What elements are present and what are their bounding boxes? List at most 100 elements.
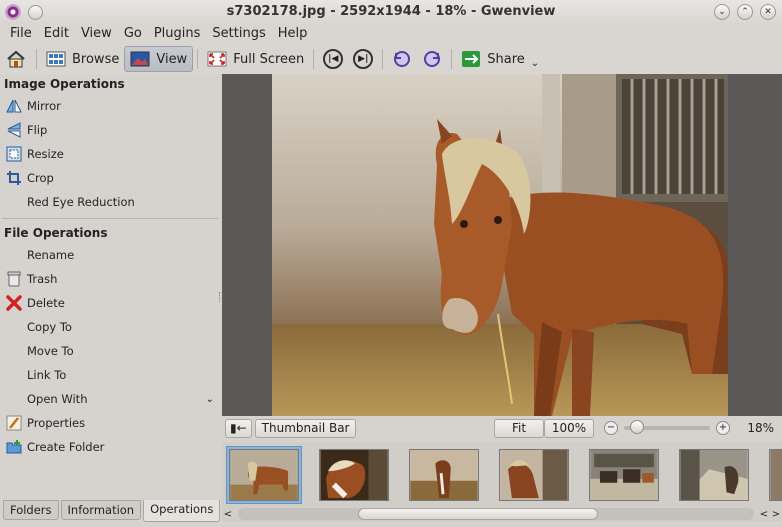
home-icon (7, 50, 25, 68)
view-icon (130, 51, 150, 67)
thumbnail-image (229, 449, 299, 501)
view-button[interactable]: View (124, 46, 194, 72)
resize-action[interactable]: Resize (0, 142, 220, 166)
crop-icon (7, 171, 21, 185)
toolbar-separator (197, 49, 199, 69)
crop-label: Crop (27, 171, 54, 185)
move-to-label: Move To (27, 344, 74, 358)
menu-view[interactable]: View (75, 25, 118, 43)
copy-to-label: Copy To (27, 320, 72, 334)
home-button[interactable] (0, 46, 32, 72)
thumbnail-item[interactable] (586, 446, 662, 504)
rotate-right-button[interactable] (417, 46, 447, 72)
sidebar-tabs: Folders Information Operations (0, 500, 221, 522)
thumbnail-bar[interactable] (222, 442, 782, 506)
zoom-100-button[interactable]: 100% (544, 418, 594, 438)
tab-operations[interactable]: Operations (143, 500, 221, 522)
toolbar-separator (36, 49, 37, 69)
rename-label: Rename (27, 248, 75, 262)
menu-file[interactable]: File (4, 25, 38, 43)
horse-photo (272, 74, 728, 416)
trash-action[interactable]: Trash (0, 267, 220, 291)
share-dropdown-chevron-icon[interactable]: ⌄ (531, 58, 539, 69)
main-toolbar: Browse View Full Screen |◀ ▶| Share ⌄ (0, 44, 782, 74)
thumbnail-bar-button[interactable]: Thumbnail Bar (254, 418, 357, 438)
thumbnail-scrollbar[interactable]: < < > (222, 506, 782, 522)
toggle-thumbnail-bar-button[interactable]: ▮← (225, 418, 252, 438)
image-operations-title: Image Operations (4, 77, 125, 91)
trash-label: Trash (27, 272, 58, 286)
thumbnail-item[interactable] (676, 446, 752, 504)
thumbnail-item[interactable] (406, 446, 482, 504)
toolbar-separator (313, 49, 315, 69)
menu-help[interactable]: Help (272, 25, 314, 43)
menu-plugins[interactable]: Plugins (148, 25, 207, 43)
thumbnail-image (499, 449, 569, 501)
mirror-action[interactable]: Mirror (0, 94, 220, 118)
fullscreen-button[interactable]: Full Screen (202, 46, 309, 72)
image-viewer[interactable] (222, 74, 782, 416)
menu-go[interactable]: Go (118, 25, 148, 43)
zoom-fit-button[interactable]: Fit (494, 418, 544, 438)
browse-icon (46, 51, 66, 67)
scrollbar-handle[interactable] (358, 508, 598, 520)
menu-settings[interactable]: Settings (206, 25, 271, 43)
crop-action[interactable]: Crop (0, 166, 220, 190)
displayed-photo (272, 74, 728, 416)
maximize-button[interactable]: ⌃ (737, 4, 753, 20)
rename-action[interactable]: Rename (0, 243, 220, 267)
view-label: View (156, 51, 188, 67)
minimize-button[interactable]: ⌄ (714, 4, 730, 20)
thumbnail-image (769, 449, 782, 501)
red-eye-reduction-action[interactable]: Red Eye Reduction (0, 190, 220, 214)
previous-button[interactable]: |◀ (318, 46, 348, 72)
thumbnail-item[interactable] (316, 446, 392, 504)
close-button[interactable]: ✕ (760, 4, 776, 20)
title-bar: s7302178.jpg - 2592x1944 - 18% - Gwenvie… (0, 0, 782, 24)
scroll-left-icon[interactable]: < (758, 509, 770, 520)
scroll-right-icon[interactable]: > (770, 509, 782, 520)
copy-to-action[interactable]: Copy To (0, 315, 220, 339)
toolbar-separator (382, 49, 384, 69)
delete-action[interactable]: Delete (0, 291, 220, 315)
trash-icon (7, 271, 21, 287)
menu-edit[interactable]: Edit (38, 25, 75, 43)
share-button[interactable]: Share ⌄ (456, 46, 544, 72)
create-folder-action[interactable]: Create Folder (0, 435, 220, 459)
properties-action[interactable]: Properties (0, 411, 220, 435)
browse-button[interactable]: Browse (41, 46, 124, 72)
open-with-chevron-down-icon[interactable]: ⌄ (206, 394, 214, 405)
thumbnail-image (679, 449, 749, 501)
thumbnail-image (409, 449, 479, 501)
properties-label: Properties (27, 416, 86, 430)
next-button[interactable]: ▶| (348, 46, 378, 72)
zoom-slider[interactable] (624, 420, 710, 434)
resize-icon (6, 146, 22, 162)
delete-label: Delete (27, 296, 65, 310)
scroll-left-icon[interactable]: < (222, 509, 234, 520)
red-eye-reduction-label: Red Eye Reduction (27, 195, 135, 209)
flip-action[interactable]: Flip (0, 118, 220, 142)
resize-label: Resize (27, 147, 64, 161)
zoom-slider-handle[interactable] (629, 420, 644, 434)
delete-icon (6, 295, 22, 311)
flip-label: Flip (27, 123, 48, 137)
menu-bar: File Edit View Go Plugins Settings Help (0, 24, 782, 44)
thumbnail-item[interactable] (226, 446, 302, 504)
rotate-right-icon (424, 51, 441, 67)
toolbar-separator (451, 49, 453, 69)
thumbnail-item[interactable] (496, 446, 572, 504)
zoom-level: 18% (747, 421, 774, 435)
thumbnail-item[interactable] (766, 446, 782, 504)
rotate-left-button[interactable] (387, 46, 417, 72)
tab-information[interactable]: Information (60, 500, 142, 520)
fullscreen-label: Full Screen (233, 51, 305, 67)
mirror-icon (6, 99, 22, 113)
zoom-in-icon[interactable]: + (716, 421, 730, 435)
zoom-out-icon[interactable]: − (604, 421, 618, 435)
link-to-action[interactable]: Link To (0, 363, 220, 387)
open-with-action[interactable]: Open With ⌄ (0, 387, 220, 411)
move-to-action[interactable]: Move To (0, 339, 220, 363)
scrollbar-track[interactable] (238, 508, 754, 520)
tab-folders[interactable]: Folders (3, 500, 59, 520)
